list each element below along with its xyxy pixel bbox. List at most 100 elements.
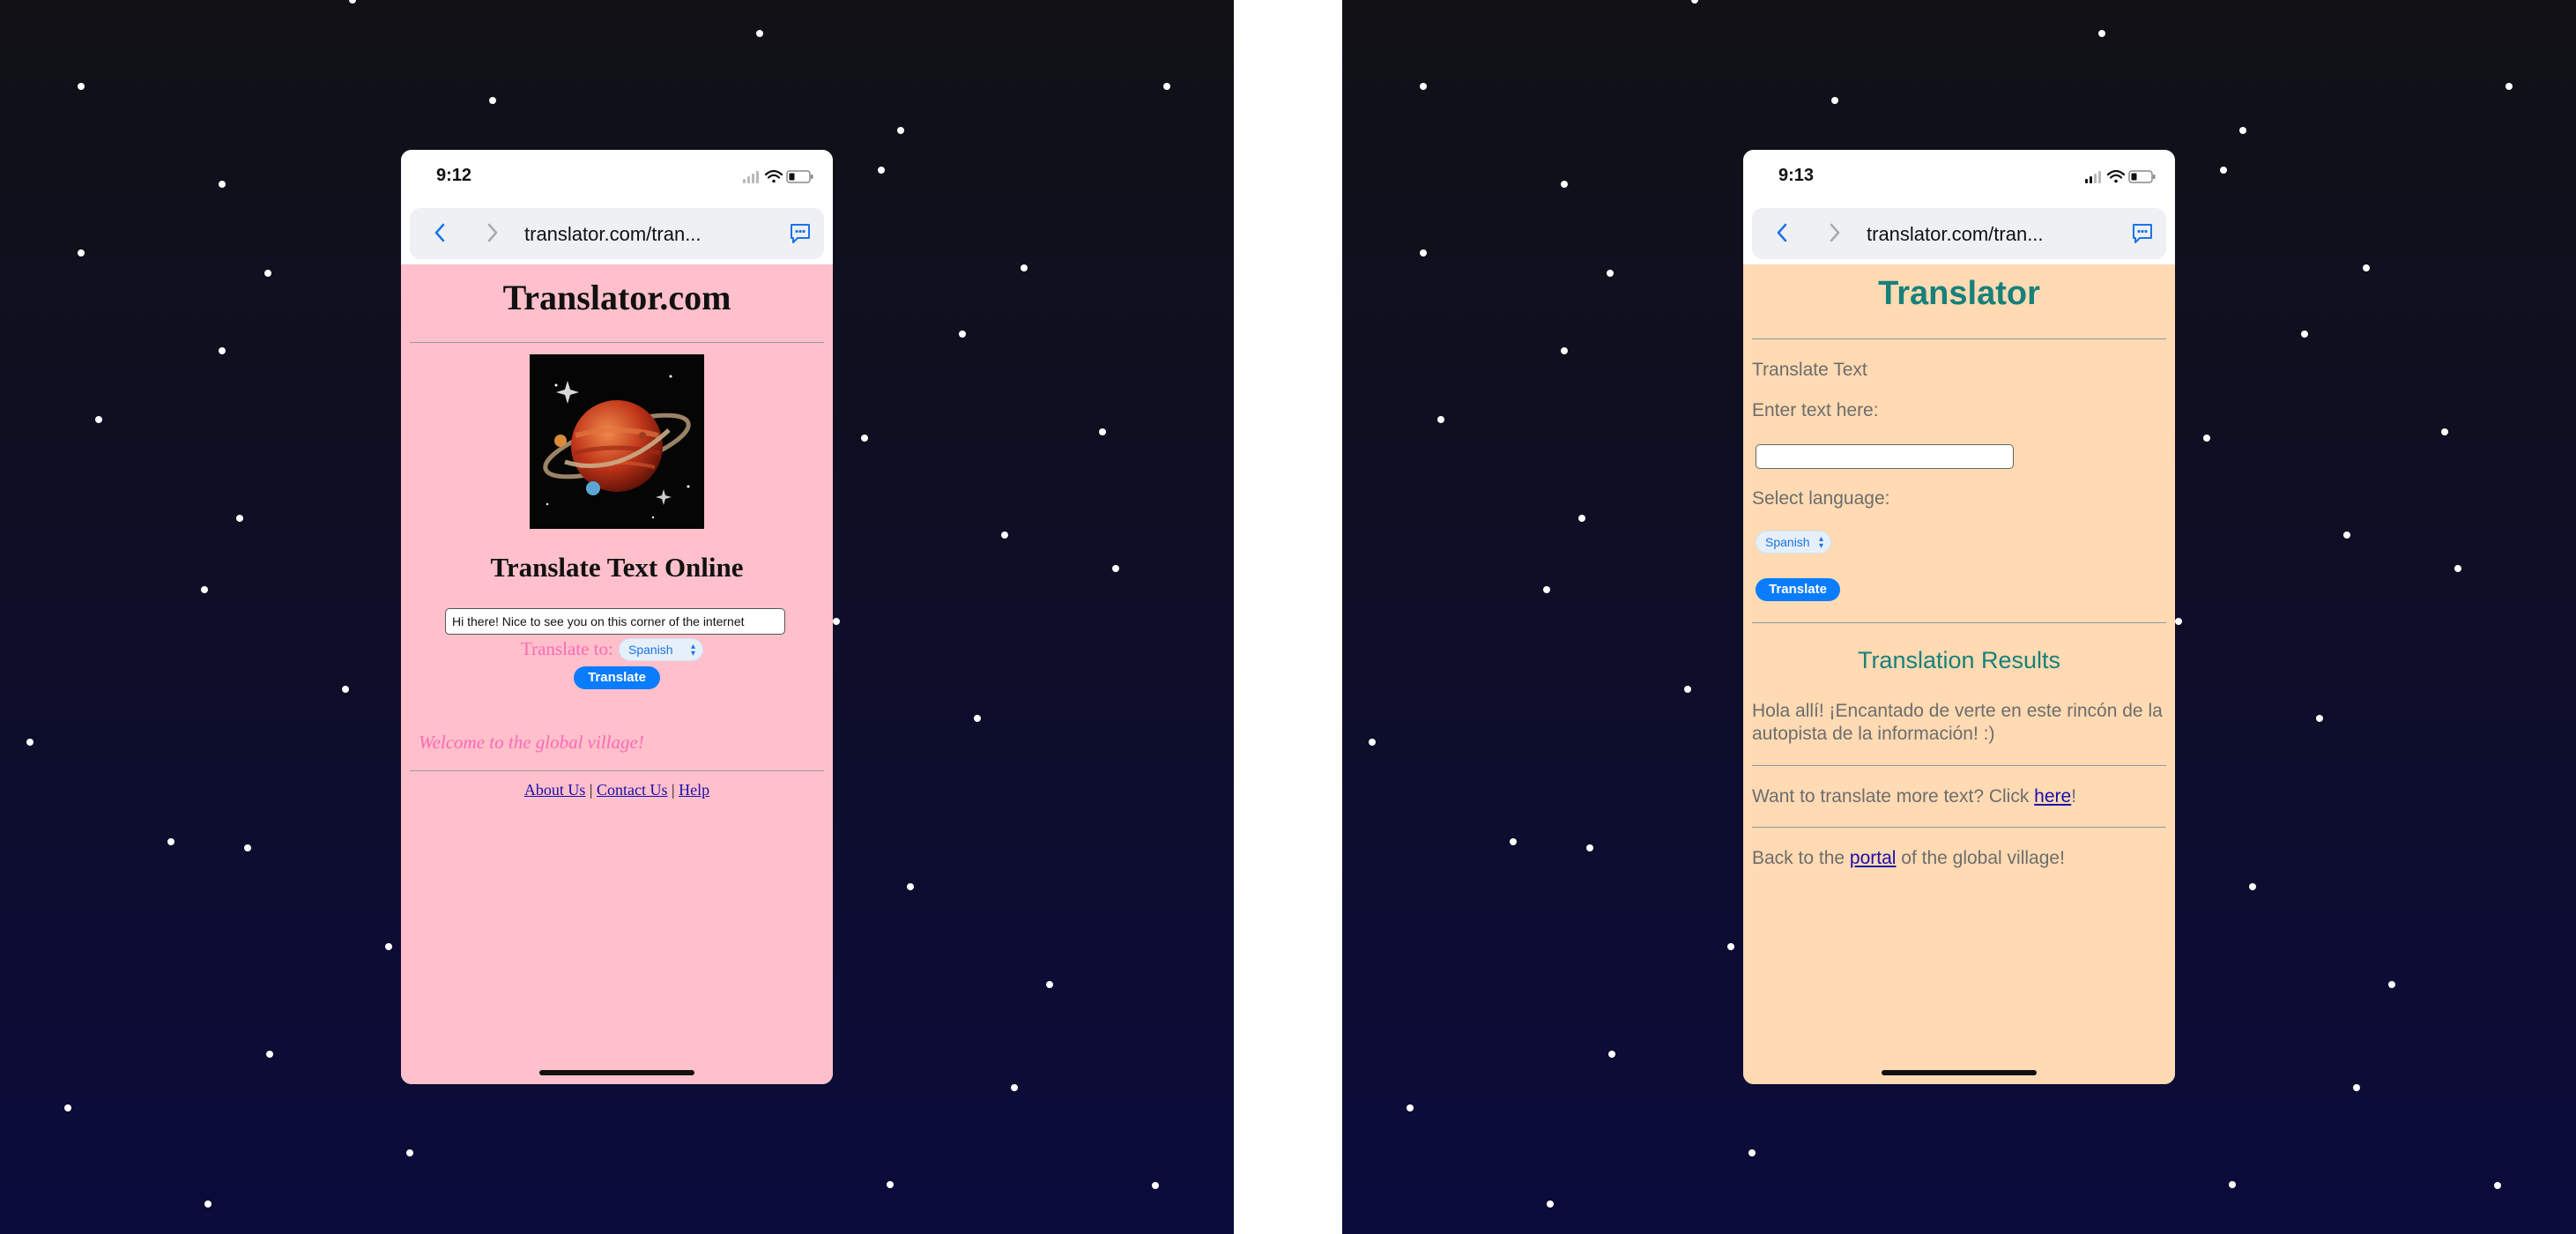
url-text[interactable]: translator.com/tran... bbox=[524, 223, 702, 246]
webpage-content: Translator Translate Text Enter text her… bbox=[1743, 264, 2175, 1084]
star bbox=[1420, 83, 1427, 90]
star bbox=[1684, 686, 1691, 693]
star bbox=[878, 167, 885, 174]
star bbox=[1001, 532, 1008, 539]
translation-result: Hola allí! ¡Encantado de verte en este r… bbox=[1752, 701, 2163, 744]
star bbox=[1691, 0, 1698, 4]
battery-icon bbox=[786, 170, 813, 183]
star bbox=[264, 270, 271, 277]
star bbox=[1021, 264, 1028, 271]
divider bbox=[410, 770, 824, 771]
status-time: 9:13 bbox=[1778, 166, 1815, 185]
planet-image bbox=[530, 354, 704, 529]
chevron-updown-icon: ▴ ▾ bbox=[690, 642, 695, 658]
star bbox=[236, 515, 243, 522]
status-bar: 9:12 bbox=[401, 150, 833, 204]
forward-chevron-icon[interactable] bbox=[486, 222, 500, 248]
translate-more-prefix: Want to translate more text? Click bbox=[1752, 786, 2035, 807]
phone-screen: 9:13 translator.com/tran... Translator T… bbox=[1743, 150, 2175, 1084]
reader-icon[interactable] bbox=[789, 222, 812, 249]
star bbox=[756, 30, 763, 37]
language-select-value: Spanish bbox=[628, 643, 673, 657]
phone-screen: 9:12 translator.com/tran... Translator.c… bbox=[401, 150, 833, 1084]
home-indicator[interactable] bbox=[1882, 1070, 2037, 1075]
text-input[interactable] bbox=[1756, 444, 2014, 469]
portal-link[interactable]: portal bbox=[1850, 848, 1897, 868]
wifi-icon bbox=[764, 169, 783, 183]
here-link[interactable]: here bbox=[2034, 786, 2071, 807]
star bbox=[1046, 981, 1053, 988]
star bbox=[2505, 83, 2513, 90]
star bbox=[1727, 943, 1734, 950]
star bbox=[1608, 1051, 1615, 1058]
star bbox=[78, 249, 85, 256]
language-select[interactable]: Spanish ▴ ▾ bbox=[619, 638, 703, 661]
star bbox=[1561, 181, 1568, 188]
footer-links: About Us | Contact Us | Help bbox=[401, 781, 833, 799]
star bbox=[1099, 428, 1106, 435]
star bbox=[1510, 838, 1517, 845]
star bbox=[201, 586, 208, 593]
back-to-portal-text: Back to the portal of the global village… bbox=[1752, 848, 2065, 869]
text-input[interactable] bbox=[445, 608, 785, 635]
section-label: Translate Text bbox=[1752, 360, 1867, 380]
translate-to-label: Translate to: bbox=[521, 638, 613, 659]
star bbox=[1112, 565, 1119, 572]
star bbox=[266, 1051, 273, 1058]
star bbox=[1011, 1084, 1018, 1091]
browser-address-bar[interactable]: translator.com/tran... bbox=[410, 208, 824, 259]
status-icons bbox=[2083, 167, 2157, 185]
reader-icon[interactable] bbox=[2131, 222, 2154, 249]
language-select-value: Spanish bbox=[1765, 535, 1810, 549]
star bbox=[1578, 515, 1585, 522]
star bbox=[1407, 1104, 1414, 1111]
star bbox=[2363, 264, 2370, 271]
back-chevron-icon[interactable] bbox=[433, 222, 447, 248]
star bbox=[1607, 270, 1614, 277]
star bbox=[219, 181, 226, 188]
divider bbox=[1752, 338, 2166, 339]
star bbox=[2175, 618, 2182, 625]
star bbox=[167, 838, 174, 845]
star bbox=[385, 943, 392, 950]
star bbox=[1369, 739, 1376, 746]
star bbox=[2203, 435, 2210, 442]
status-time: 9:12 bbox=[436, 166, 472, 185]
translate-button[interactable]: Translate bbox=[574, 666, 660, 689]
star bbox=[861, 435, 868, 442]
star bbox=[1163, 83, 1170, 90]
star bbox=[2249, 883, 2256, 890]
signal-icon bbox=[743, 171, 759, 183]
browser-address-bar[interactable]: translator.com/tran... bbox=[1752, 208, 2166, 259]
back-prefix: Back to the bbox=[1752, 848, 1850, 868]
star bbox=[2229, 1181, 2236, 1188]
status-bar: 9:13 bbox=[1743, 150, 2175, 204]
star bbox=[2388, 981, 2395, 988]
star bbox=[64, 1104, 71, 1111]
contact-us-link[interactable]: Contact Us bbox=[597, 781, 668, 799]
star bbox=[1543, 586, 1550, 593]
translate-button[interactable]: Translate bbox=[1756, 578, 1840, 601]
star bbox=[2343, 532, 2350, 539]
star bbox=[959, 331, 966, 338]
star bbox=[95, 416, 102, 423]
back-chevron-icon[interactable] bbox=[1775, 222, 1789, 248]
home-indicator[interactable] bbox=[539, 1070, 694, 1075]
input-label: Enter text here: bbox=[1752, 400, 1879, 420]
language-select[interactable]: Spanish ▴ ▾ bbox=[1756, 531, 1831, 554]
star bbox=[2454, 565, 2461, 572]
about-us-link[interactable]: About Us bbox=[524, 781, 586, 799]
webpage-content: Translator.com Translate Text Online Hi … bbox=[401, 264, 833, 1084]
forward-chevron-icon[interactable] bbox=[1828, 222, 1842, 248]
star bbox=[1561, 347, 1568, 354]
url-text[interactable]: translator.com/tran... bbox=[1867, 223, 2044, 246]
battery-icon bbox=[2128, 170, 2156, 183]
divider bbox=[1752, 765, 2166, 766]
help-link[interactable]: Help bbox=[679, 781, 709, 799]
star bbox=[2441, 428, 2448, 435]
star bbox=[2494, 1182, 2501, 1189]
star bbox=[204, 1201, 212, 1208]
star bbox=[244, 844, 251, 851]
language-label: Select language: bbox=[1752, 488, 1890, 509]
star bbox=[1748, 1149, 1756, 1156]
